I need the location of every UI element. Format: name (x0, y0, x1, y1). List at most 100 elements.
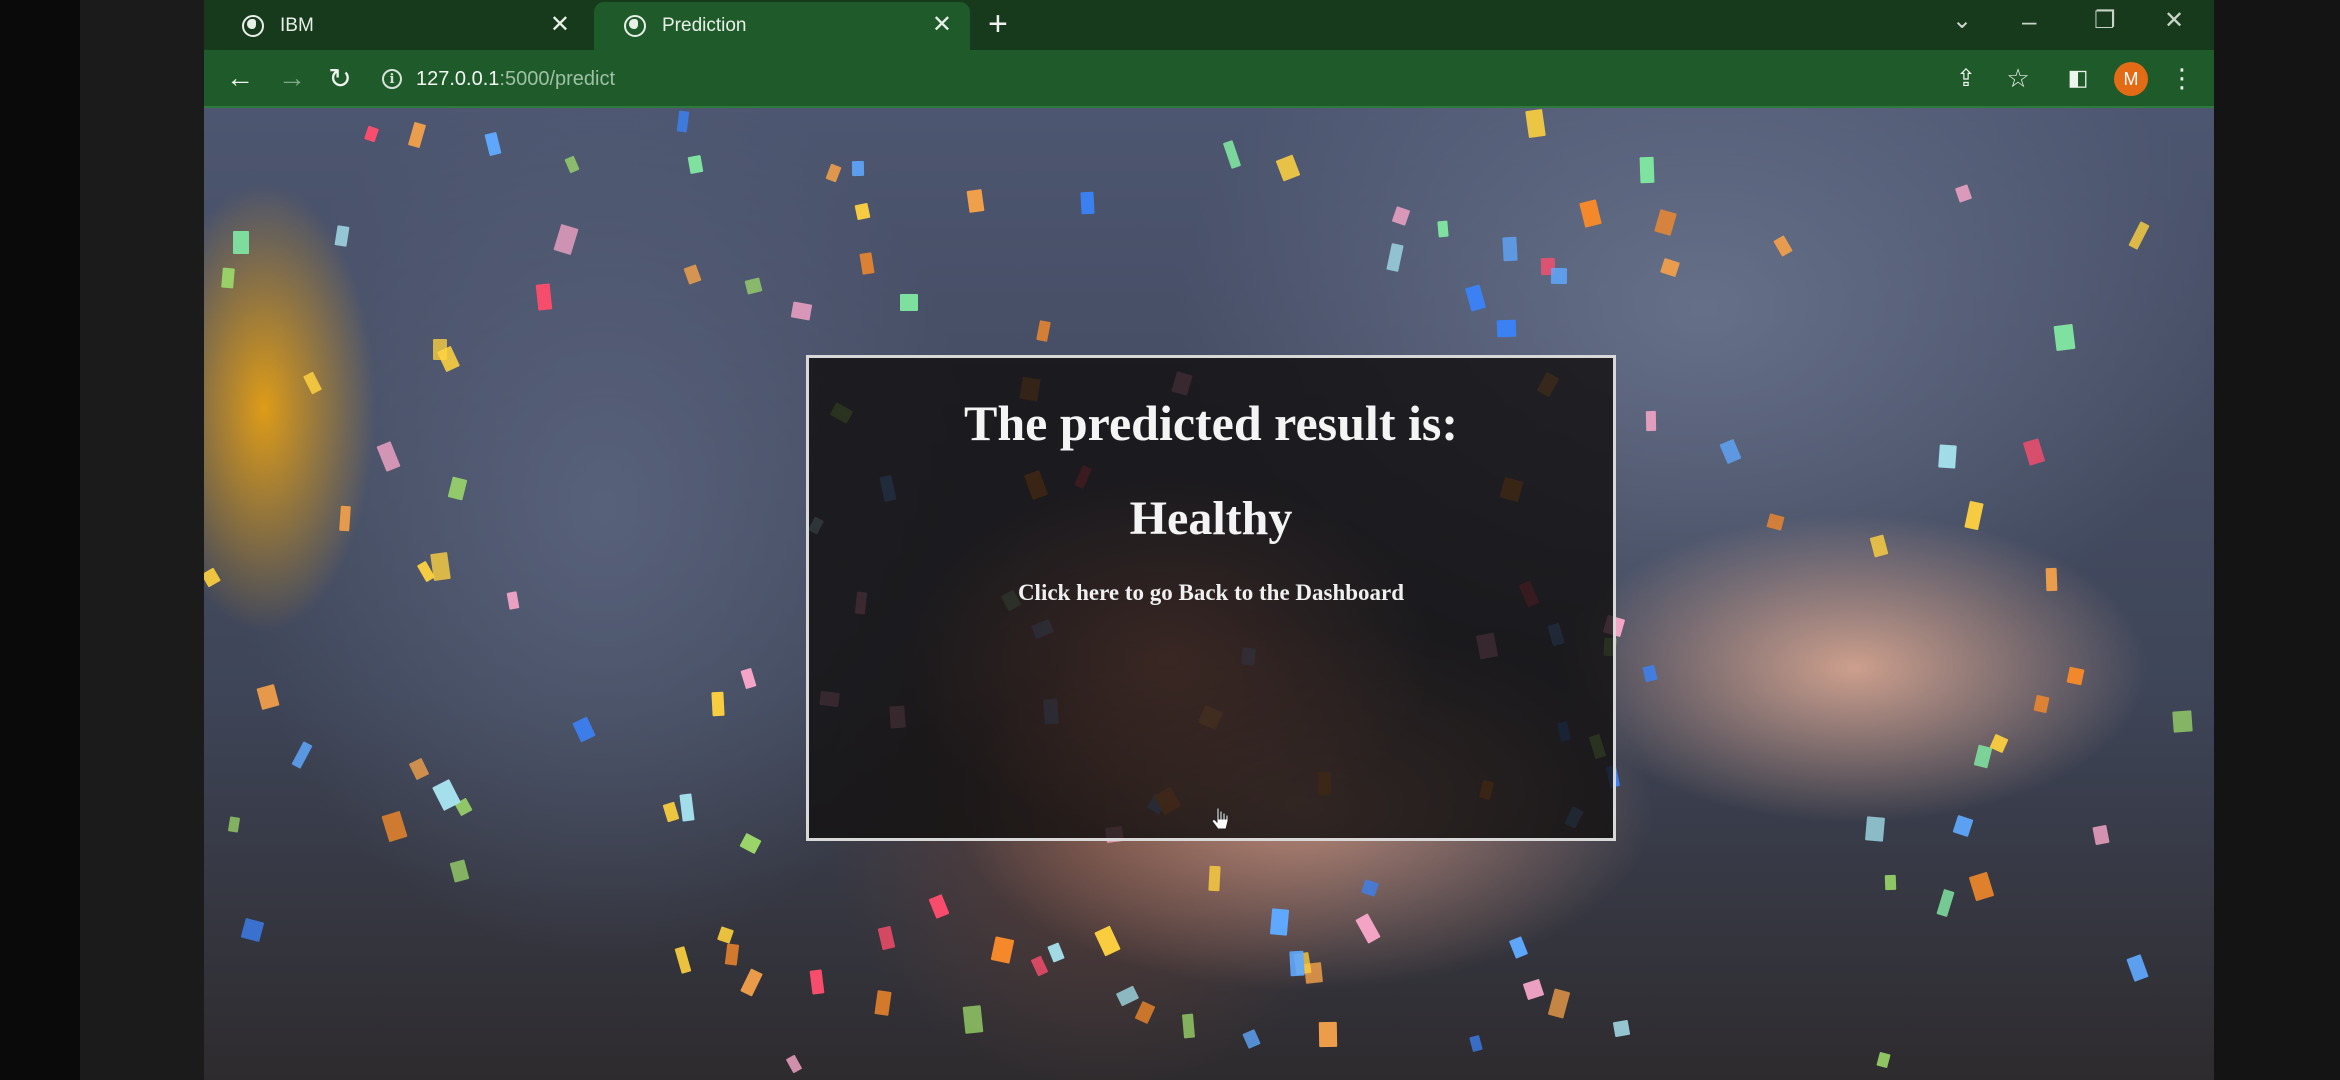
confetti-piece (1938, 444, 1957, 469)
star-icon[interactable]: ☆ (2000, 60, 2036, 96)
confetti-piece (1612, 1019, 1631, 1038)
share-icon[interactable]: ⇪ (1948, 60, 1984, 96)
restore-icon[interactable]: ❐ (2094, 6, 2116, 36)
reload-icon[interactable]: ↻ (322, 60, 358, 96)
chevron-down-icon[interactable]: ⌄ (1952, 6, 1972, 36)
confetti-piece (1952, 814, 1974, 838)
confetti-piece (1208, 865, 1221, 892)
confetti-piece (740, 667, 757, 690)
right-letterbox (2214, 0, 2340, 1080)
confetti-piece (1550, 267, 1568, 285)
browser-toolbar: ← → ↻ i 127.0.0.1:5000/predict ⇪ ☆ ◧ M ⋮ (204, 50, 2214, 108)
confetti-piece (1318, 1021, 1338, 1048)
confetti-piece (2128, 221, 2150, 250)
confetti-piece (572, 716, 596, 743)
confetti-piece (874, 990, 892, 1016)
confetti-piece (990, 936, 1015, 964)
info-icon[interactable]: i (382, 69, 402, 89)
confetti-piece (376, 441, 401, 472)
forward-arrow-icon[interactable]: → (274, 60, 310, 96)
confetti-piece (240, 917, 265, 943)
confetti-piece (256, 684, 280, 710)
confetti-piece (1275, 154, 1301, 182)
confetti-piece (2092, 824, 2110, 846)
url-host: 127.0.0.1 (416, 67, 500, 90)
confetti-piece (1355, 913, 1381, 944)
confetti-piece (1036, 320, 1051, 342)
globe-icon (624, 15, 646, 37)
confetti-piece (962, 1005, 984, 1034)
confetti-piece (564, 155, 580, 174)
confetti-piece (334, 225, 350, 247)
confetti-piece (1030, 955, 1049, 977)
tab-strip: IBM ✕ Prediction ✕ + ⌄ – ❐ ✕ (204, 0, 2214, 50)
minimize-icon[interactable]: – (2022, 6, 2036, 36)
address-bar[interactable]: i 127.0.0.1:5000/predict (382, 58, 1882, 100)
confetti-piece (1242, 1029, 1261, 1049)
avatar[interactable]: M (2114, 62, 2148, 96)
confetti-piece (2126, 954, 2149, 982)
confetti-piece (679, 793, 695, 822)
kebab-menu-icon[interactable]: ⋮ (2164, 60, 2200, 96)
confetti-piece (1989, 733, 2009, 754)
confetti-piece (877, 925, 896, 951)
confetti-piece (408, 757, 430, 781)
confetti-piece (1386, 243, 1404, 272)
confetti-piece (1496, 319, 1517, 338)
close-icon[interactable]: ✕ (2164, 6, 2184, 36)
confetti-piece (1645, 410, 1657, 432)
confetti-piece (1222, 140, 1242, 169)
confetti-piece (1502, 236, 1518, 262)
confetti-piece (233, 231, 249, 254)
plus-icon[interactable]: + (988, 6, 1008, 42)
confetti-piece (1884, 874, 1897, 891)
confetti-piece (1936, 888, 1955, 918)
confetti-piece (676, 110, 690, 133)
confetti-piece (1181, 1013, 1196, 1039)
tab-ibm[interactable]: IBM ✕ (212, 2, 588, 50)
page-title: The predicted result is: (964, 395, 1458, 451)
confetti-piece (900, 294, 918, 311)
confetti-piece (1464, 284, 1487, 312)
left-letterbox (0, 0, 80, 1080)
back-arrow-icon[interactable]: ← (222, 60, 258, 96)
confetti-piece (785, 1054, 803, 1074)
confetti-piece (1047, 942, 1065, 963)
back-to-dashboard-link[interactable]: Click here to go Back to the Dashboard (809, 580, 1613, 606)
confetti-piece (364, 125, 379, 143)
confetti-piece (859, 252, 875, 275)
confetti-piece (2053, 323, 2076, 352)
confetti-piece (407, 121, 427, 149)
confetti-piece (928, 894, 950, 919)
close-icon[interactable]: ✕ (932, 12, 952, 38)
confetti-piece (1134, 1000, 1156, 1025)
confetti-piece (221, 267, 235, 289)
confetti-piece (204, 567, 221, 588)
confetti-piece (1773, 235, 1793, 257)
confetti-piece (430, 551, 451, 582)
confetti-piece (449, 859, 470, 883)
confetti-piece (1361, 879, 1379, 897)
tab-prediction[interactable]: Prediction ✕ (594, 2, 970, 50)
tab-label: IBM (280, 15, 314, 36)
prediction-result: Healthy (1129, 492, 1293, 545)
confetti-piece (437, 345, 460, 373)
confetti-piece (1719, 438, 1742, 465)
browser-window: IBM ✕ Prediction ✕ + ⌄ – ❐ ✕ ← → ↻ i 127… (204, 0, 2214, 1080)
confetti-piece (966, 189, 985, 213)
confetti-piece (506, 591, 520, 610)
confetti-piece (851, 160, 865, 177)
confetti-piece (790, 301, 813, 321)
confetti-piece (825, 163, 842, 183)
confetti-piece (1437, 220, 1449, 238)
confetti-piece (854, 202, 871, 221)
confetti-piece (1547, 988, 1571, 1019)
confetti-piece (339, 505, 351, 532)
confetti-piece (553, 223, 579, 256)
side-panel-icon[interactable]: ◧ (2060, 60, 2096, 96)
confetti-piece (1964, 500, 1984, 531)
confetti-piece (1269, 908, 1290, 936)
close-icon[interactable]: ✕ (550, 12, 570, 38)
confetti-piece (381, 810, 408, 843)
confetti-piece (711, 691, 725, 717)
